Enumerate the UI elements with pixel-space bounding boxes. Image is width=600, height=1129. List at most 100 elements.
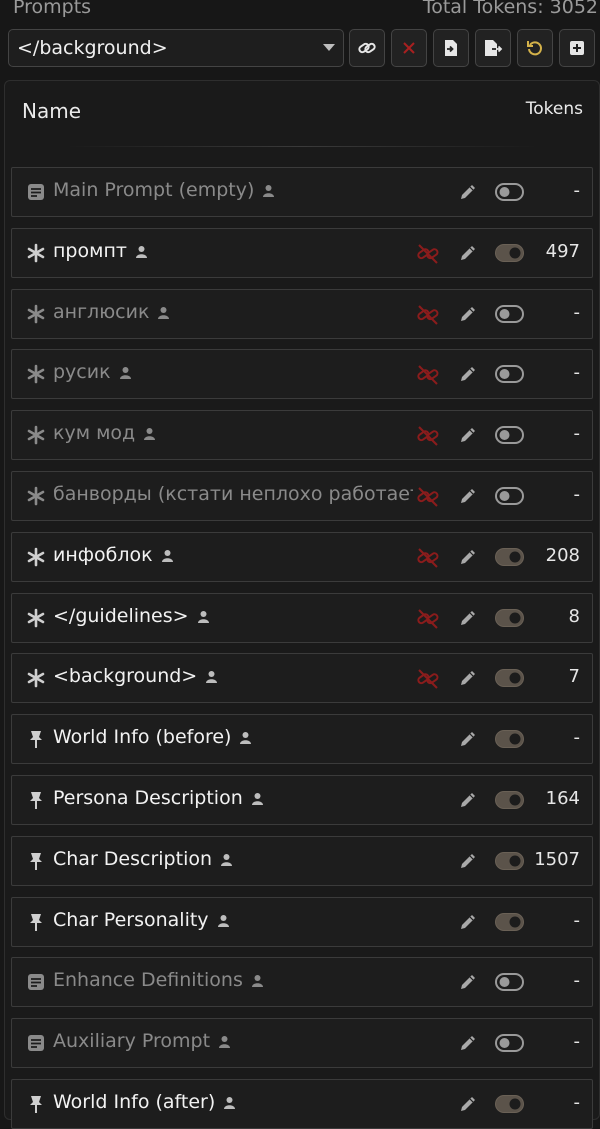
edit-pencil-icon[interactable] — [458, 547, 478, 567]
prompt-name[interactable]: кум мод — [53, 422, 156, 444]
unlink-icon[interactable] — [416, 608, 440, 630]
header-divider — [65, 146, 539, 147]
edit-pencil-icon[interactable] — [458, 304, 478, 324]
prompt-name-text: англюсик — [53, 300, 150, 323]
enable-toggle[interactable] — [495, 730, 524, 749]
edit-pencil-icon[interactable] — [458, 425, 478, 445]
prompt-name[interactable]: </guidelines> — [53, 605, 210, 627]
prompt-name[interactable]: банворды (кстати неплохо работает — [53, 483, 413, 505]
prompt-name[interactable]: Enhance Definitions — [53, 969, 264, 991]
prompt-row[interactable]: World Info (before) - — [11, 714, 593, 765]
user-icon — [251, 788, 264, 805]
edit-pencil-icon[interactable] — [458, 851, 478, 871]
unlink-icon[interactable] — [416, 304, 440, 326]
prompt-row[interactable]: </guidelines> 8 — [11, 592, 593, 643]
prompt-row[interactable]: кум мод - — [11, 410, 593, 461]
asterisk-icon — [26, 668, 46, 688]
unlink-icon[interactable] — [416, 668, 440, 690]
enable-toggle[interactable] — [495, 547, 524, 566]
prompt-select[interactable]: </background> — [8, 29, 344, 67]
prompt-row[interactable]: Char Description 1507 — [11, 835, 593, 886]
prompt-tokens: - — [573, 1031, 581, 1053]
enable-toggle[interactable] — [495, 243, 524, 262]
prompt-row[interactable]: <background> 7 — [11, 653, 593, 704]
enable-toggle[interactable] — [495, 912, 524, 931]
export-button[interactable] — [475, 29, 511, 67]
import-button[interactable] — [433, 29, 469, 67]
prompt-name[interactable]: промпт — [53, 240, 148, 262]
prompt-tokens: 208 — [545, 544, 580, 566]
prompt-name[interactable]: <background> — [53, 665, 218, 687]
prompt-row[interactable]: Persona Description 164 — [11, 775, 593, 825]
prompt-name-text: Auxiliary Prompt — [53, 1030, 211, 1053]
link-button[interactable] — [349, 29, 385, 67]
enable-toggle[interactable] — [495, 426, 524, 445]
edit-pencil-icon[interactable] — [458, 972, 478, 992]
enable-toggle[interactable] — [495, 608, 524, 627]
edit-pencil-icon[interactable] — [458, 1033, 478, 1053]
edit-pencil-icon[interactable] — [458, 1094, 478, 1114]
prompt-name[interactable]: World Info (after) — [53, 1091, 236, 1113]
enable-toggle[interactable] — [495, 851, 524, 870]
unlink-icon[interactable] — [416, 364, 440, 386]
enable-toggle[interactable] — [495, 669, 524, 688]
edit-pencil-icon[interactable] — [458, 364, 478, 384]
prompt-row[interactable]: инфоблок 208 — [11, 531, 593, 582]
unlink-icon[interactable] — [416, 547, 440, 569]
user-icon — [135, 241, 148, 258]
enable-toggle[interactable] — [495, 973, 524, 992]
enable-toggle[interactable] — [495, 1034, 524, 1053]
prompt-name[interactable]: Persona Description — [53, 787, 264, 809]
prompt-tokens: - — [573, 484, 581, 505]
edit-pencil-icon[interactable] — [458, 243, 478, 263]
prompt-row[interactable]: англюсик - — [11, 288, 593, 339]
prompt-row[interactable]: Enhance Definitions - — [11, 957, 593, 1008]
prompt-select-value: </background> — [17, 37, 168, 59]
unlink-icon[interactable] — [416, 486, 440, 508]
prompt-row[interactable]: русик - — [11, 349, 593, 400]
prompt-name[interactable]: Auxiliary Prompt — [53, 1030, 231, 1052]
add-prompt-button[interactable] — [559, 29, 595, 67]
edit-pencil-icon[interactable] — [458, 668, 478, 688]
unlink-icon[interactable] — [416, 425, 440, 447]
prompt-row[interactable]: Main Prompt (empty) - — [11, 167, 593, 217]
asterisk-icon — [26, 486, 46, 506]
reset-button[interactable] — [517, 29, 553, 67]
asterisk-icon — [26, 608, 46, 628]
prompt-name[interactable]: инфоблок — [53, 544, 174, 566]
prompt-row[interactable]: банворды (кстати неплохо работает - — [11, 471, 593, 521]
user-icon — [161, 545, 174, 562]
enable-toggle[interactable] — [495, 304, 524, 323]
user-icon — [119, 362, 132, 380]
enable-toggle[interactable] — [495, 1095, 524, 1113]
user-icon — [262, 180, 275, 197]
prompt-name[interactable]: Main Prompt (empty) — [53, 179, 275, 201]
prompt-row[interactable]: Char Personality - — [11, 896, 593, 947]
prompt-name[interactable]: Char Personality — [53, 909, 230, 931]
edit-pencil-icon[interactable] — [458, 790, 478, 810]
delete-button[interactable] — [391, 29, 427, 67]
edit-pencil-icon[interactable] — [458, 608, 478, 628]
pin-icon — [26, 729, 46, 749]
enable-toggle[interactable] — [495, 487, 524, 505]
prompt-row[interactable]: World Info (after) - — [11, 1079, 593, 1129]
prompt-name[interactable]: англюсик — [53, 301, 170, 323]
enable-toggle[interactable] — [495, 183, 524, 201]
prompt-tokens: - — [573, 362, 581, 384]
enable-toggle[interactable] — [495, 365, 524, 384]
prompt-row[interactable]: Auxiliary Prompt - — [11, 1018, 593, 1069]
prompt-tokens: 164 — [545, 788, 580, 809]
prompt-tokens: - — [573, 301, 581, 323]
prompt-row[interactable]: промпт 497 — [11, 227, 593, 278]
prompt-name[interactable]: русик — [53, 361, 132, 383]
user-icon — [157, 302, 170, 319]
prompt-name[interactable]: Char Description — [53, 848, 233, 870]
edit-pencil-icon[interactable] — [458, 729, 478, 749]
prompt-name[interactable]: World Info (before) — [53, 726, 252, 748]
prompt-tokens: - — [573, 970, 581, 992]
enable-toggle[interactable] — [495, 791, 524, 809]
edit-pencil-icon[interactable] — [458, 182, 478, 202]
edit-pencil-icon[interactable] — [458, 912, 478, 932]
unlink-icon[interactable] — [416, 243, 440, 265]
edit-pencil-icon[interactable] — [458, 486, 478, 506]
